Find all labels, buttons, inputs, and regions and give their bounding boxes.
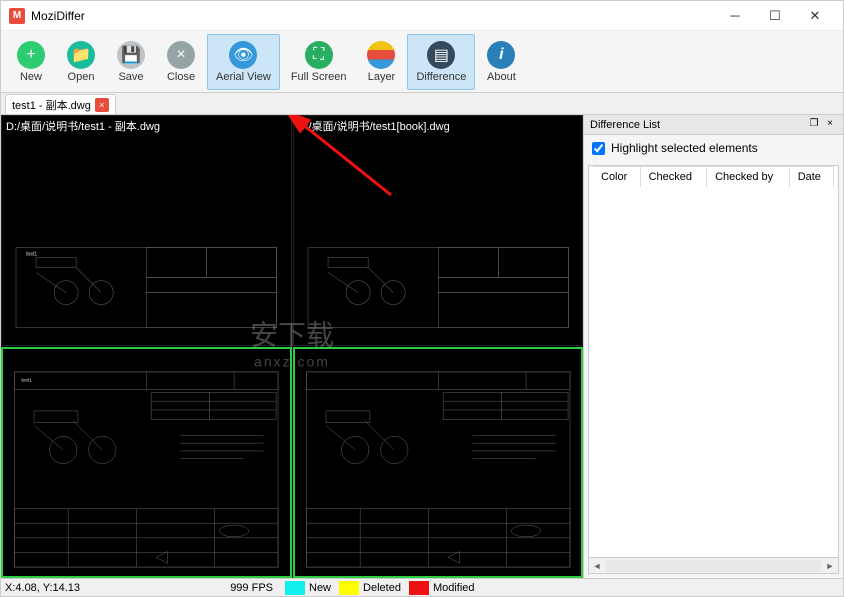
difference-panel: Difference List ❐ × Highlight selected e… bbox=[583, 115, 843, 578]
tab-close-icon[interactable]: × bbox=[95, 98, 109, 112]
full-screen-button[interactable]: ⛶Full Screen bbox=[282, 34, 356, 90]
difference-table-wrap: Color Checked Checked by Date ◄ ► bbox=[588, 165, 839, 574]
status-fps: 999 FPS bbox=[201, 582, 281, 594]
legend-new: New bbox=[281, 581, 335, 595]
toolbar: +New 📁Open 💾Save ×Close 👁Aerial View ⛶Fu… bbox=[1, 31, 843, 93]
scroll-left-icon[interactable]: ◄ bbox=[589, 561, 605, 571]
pane-top-right[interactable]: D:/桌面/说明书/test1[book].dwg bbox=[293, 115, 584, 346]
panel-header: Difference List ❐ × bbox=[584, 115, 843, 135]
svg-text:test1: test1 bbox=[26, 252, 37, 258]
new-button[interactable]: +New bbox=[7, 34, 55, 90]
save-button[interactable]: 💾Save bbox=[107, 34, 155, 90]
highlight-checkbox[interactable] bbox=[592, 142, 605, 155]
info-icon: i bbox=[487, 41, 515, 69]
aerial-view-button[interactable]: 👁Aerial View bbox=[207, 34, 280, 90]
main-area: D:/桌面/说明书/test1 - 副本.dwg test1 D:/桌面/说明书… bbox=[1, 115, 843, 578]
pane-bottom-right[interactable] bbox=[293, 347, 584, 578]
cad-drawing: test1 bbox=[6, 134, 287, 341]
layers-icon bbox=[367, 41, 395, 69]
open-button[interactable]: 📁Open bbox=[57, 34, 105, 90]
highlight-label: Highlight selected elements bbox=[611, 141, 758, 155]
col-color[interactable]: Color bbox=[593, 167, 640, 187]
col-checked-by[interactable]: Checked by bbox=[707, 167, 790, 187]
tab-bar: test1 - 副本.dwg × bbox=[1, 93, 843, 115]
close-window-button[interactable]: ✕ bbox=[795, 2, 835, 30]
svg-text:test1: test1 bbox=[21, 378, 32, 384]
swatch-deleted bbox=[339, 581, 359, 595]
about-button[interactable]: iAbout bbox=[477, 34, 525, 90]
panel-title: Difference List bbox=[590, 119, 660, 131]
cad-drawing bbox=[299, 367, 578, 572]
minimize-button[interactable]: ─ bbox=[715, 2, 755, 30]
cad-drawing: test1 bbox=[7, 367, 286, 572]
pane-bottom-left[interactable]: test1 bbox=[1, 347, 292, 578]
pane-top-left[interactable]: D:/桌面/说明书/test1 - 副本.dwg test1 bbox=[1, 115, 292, 346]
file-path-label: D:/桌面/说明书/test1[book].dwg bbox=[298, 118, 450, 134]
app-title: MoziDiffer bbox=[31, 9, 715, 23]
document-tab[interactable]: test1 - 副本.dwg × bbox=[5, 94, 116, 114]
tab-label: test1 - 副本.dwg bbox=[12, 97, 91, 113]
scroll-right-icon[interactable]: ► bbox=[822, 561, 838, 571]
folder-icon: 📁 bbox=[67, 41, 95, 69]
list-icon: ▤ bbox=[427, 41, 455, 69]
legend-modified: Modified bbox=[405, 581, 479, 595]
swatch-new bbox=[285, 581, 305, 595]
layer-button[interactable]: Layer bbox=[357, 34, 405, 90]
plus-icon: + bbox=[17, 41, 45, 69]
app-icon: M bbox=[9, 8, 25, 24]
fullscreen-icon: ⛶ bbox=[305, 41, 333, 69]
panel-close-icon[interactable]: × bbox=[823, 118, 837, 132]
drawing-viewer[interactable]: D:/桌面/说明书/test1 - 副本.dwg test1 D:/桌面/说明书… bbox=[1, 115, 583, 578]
titlebar: M MoziDiffer ─ ☐ ✕ bbox=[1, 1, 843, 31]
horizontal-scrollbar[interactable]: ◄ ► bbox=[589, 557, 838, 573]
undock-icon[interactable]: ❐ bbox=[807, 118, 821, 132]
difference-button[interactable]: ▤Difference bbox=[407, 34, 475, 90]
status-bar: X:4.08, Y:14.13 999 FPS New Deleted Modi… bbox=[1, 578, 843, 596]
eye-icon: 👁 bbox=[229, 41, 257, 69]
file-path-label: D:/桌面/说明书/test1 - 副本.dwg bbox=[6, 118, 160, 134]
maximize-button[interactable]: ☐ bbox=[755, 2, 795, 30]
col-date[interactable]: Date bbox=[789, 167, 833, 187]
difference-table[interactable]: Color Checked Checked by Date bbox=[593, 166, 834, 553]
save-icon: 💾 bbox=[117, 41, 145, 69]
col-checked[interactable]: Checked bbox=[640, 167, 706, 187]
close-icon: × bbox=[167, 41, 195, 69]
cad-drawing bbox=[298, 134, 579, 341]
close-button[interactable]: ×Close bbox=[157, 34, 205, 90]
status-coords: X:4.08, Y:14.13 bbox=[1, 582, 201, 594]
legend-deleted: Deleted bbox=[335, 581, 405, 595]
swatch-modified bbox=[409, 581, 429, 595]
